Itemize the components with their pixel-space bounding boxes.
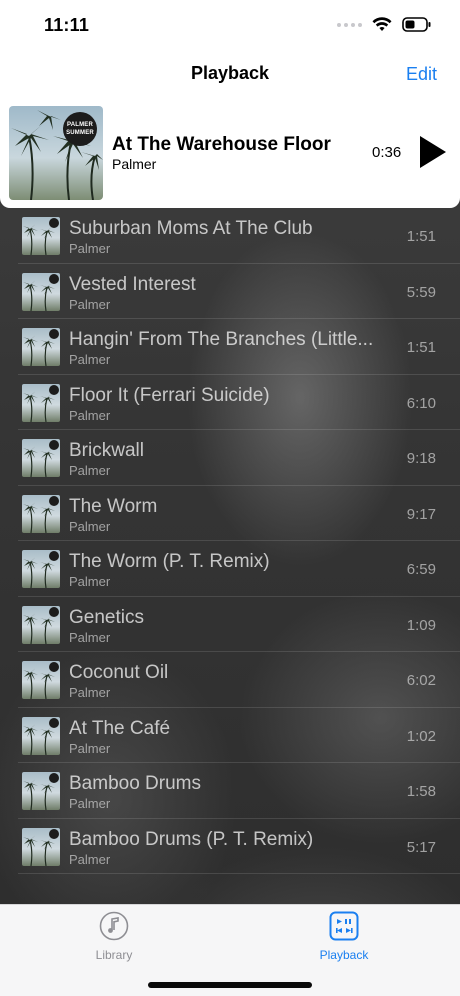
track-artist: Palmer	[69, 296, 111, 312]
track-row[interactable]: Bamboo Drums (P. T. Remix) Palmer 5:17	[18, 819, 460, 874]
now-playing-album-art: PALMER SUMMER	[9, 106, 103, 200]
track-row[interactable]: Suburban Moms At The Club Palmer 1:51	[18, 208, 460, 264]
track-duration: 9:18	[406, 450, 436, 467]
edit-button[interactable]: Edit	[406, 64, 437, 85]
cellular-signal-icon	[337, 22, 362, 27]
track-album-art	[22, 439, 60, 477]
now-playing-card[interactable]: PALMER SUMMER At The Warehouse Floor Pal…	[0, 98, 460, 208]
track-duration: 1:51	[406, 339, 436, 356]
track-artist: Palmer	[69, 629, 111, 645]
track-artist: Palmer	[69, 851, 111, 867]
page-title: Playback	[190, 63, 270, 83]
track-duration: 5:59	[406, 283, 436, 301]
track-album-art	[22, 716, 60, 755]
track-artist: Palmer	[69, 574, 111, 589]
track-duration: 9:17	[406, 505, 436, 523]
track-artist: Palmer	[69, 407, 111, 423]
track-duration: 1:09	[406, 616, 436, 634]
playback-screen: 11:11 Playback Edit PALMER SUMMER At The…	[0, 0, 460, 996]
status-icons	[337, 17, 432, 32]
track-title: Hangin' From The Branches (Little...	[69, 329, 374, 350]
track-title: Brickwall	[69, 440, 144, 461]
track-artist: Palmer	[69, 352, 111, 367]
elapsed-time: 0:36	[372, 144, 402, 161]
track-album-art	[22, 217, 60, 255]
track-duration: 6:10	[406, 394, 436, 412]
track-row[interactable]: Genetics Palmer 1:09	[18, 597, 460, 652]
track-album-art	[22, 383, 60, 422]
track-title: Bamboo Drums	[69, 773, 201, 794]
track-title: Floor It (Ferrari Suicide)	[69, 384, 270, 406]
track-duration: 1:58	[406, 783, 436, 800]
track-title: The Worm (P. T. Remix)	[69, 551, 270, 572]
track-duration: 6:59	[406, 561, 436, 578]
track-title: Bamboo Drums (P. T. Remix)	[69, 828, 314, 850]
track-album-art	[22, 494, 60, 533]
battery-icon	[402, 17, 431, 32]
home-indicator	[148, 982, 312, 988]
track-artist: Palmer	[69, 518, 111, 534]
status-bar: 11:11	[0, 0, 460, 52]
status-time: 11:11	[44, 15, 90, 35]
track-title: Suburban Moms At The Club	[69, 218, 313, 239]
track-artist: Palmer	[69, 685, 111, 700]
track-duration: 1:02	[406, 727, 436, 745]
track-album-art	[22, 272, 60, 311]
now-playing-title: At The Warehouse Floor	[112, 134, 331, 155]
track-title: The Worm	[69, 495, 158, 517]
music-note-icon	[99, 911, 129, 941]
tab-playback[interactable]: Playback	[294, 911, 394, 962]
tab-library-label: Library	[95, 948, 133, 962]
track-album-art	[22, 827, 60, 866]
track-row[interactable]: Floor It (Ferrari Suicide) Palmer 6:10	[18, 375, 460, 430]
track-artist: Palmer	[69, 463, 111, 478]
track-row[interactable]: Vested Interest Palmer 5:59	[18, 264, 460, 319]
track-row[interactable]: Bamboo Drums Palmer 1:58	[18, 763, 460, 819]
track-row[interactable]: At The Café Palmer 1:02	[18, 708, 460, 763]
track-row[interactable]: Brickwall Palmer 9:18	[18, 430, 460, 486]
track-title: Genetics	[69, 606, 144, 628]
track-artist: Palmer	[69, 241, 111, 256]
play-icon[interactable]	[416, 134, 448, 170]
wifi-icon	[372, 17, 392, 31]
tab-library[interactable]: Library	[64, 911, 164, 962]
track-row[interactable]: The Worm (P. T. Remix) Palmer 6:59	[18, 541, 460, 597]
track-album-art	[22, 772, 60, 810]
track-duration: 1:51	[406, 228, 436, 245]
tab-playback-label: Playback	[319, 948, 369, 962]
track-artist: Palmer	[69, 740, 111, 756]
playback-icon	[329, 911, 359, 941]
track-row[interactable]: The Worm Palmer 9:17	[18, 486, 460, 541]
track-row[interactable]: Coconut Oil Palmer 6:02	[18, 652, 460, 708]
track-album-art	[22, 550, 60, 588]
track-album-art	[22, 328, 60, 366]
track-duration: 5:17	[406, 838, 436, 856]
track-title: Vested Interest	[69, 273, 196, 295]
track-album-art	[22, 605, 60, 644]
now-playing-artist: Palmer	[112, 156, 157, 172]
album-badge: PALMER SUMMER	[63, 112, 97, 146]
track-artist: Palmer	[69, 796, 111, 811]
track-album-art	[22, 661, 60, 699]
track-list: Suburban Moms At The Club Palmer 1:51 Veste…	[0, 208, 460, 874]
navigation-bar: Playback Edit	[0, 52, 460, 98]
track-duration: 6:02	[406, 672, 436, 689]
track-row[interactable]: Hangin' From The Branches (Little... Palm…	[18, 319, 460, 375]
track-title: Coconut Oil	[69, 662, 169, 683]
track-title: At The Café	[69, 717, 171, 739]
